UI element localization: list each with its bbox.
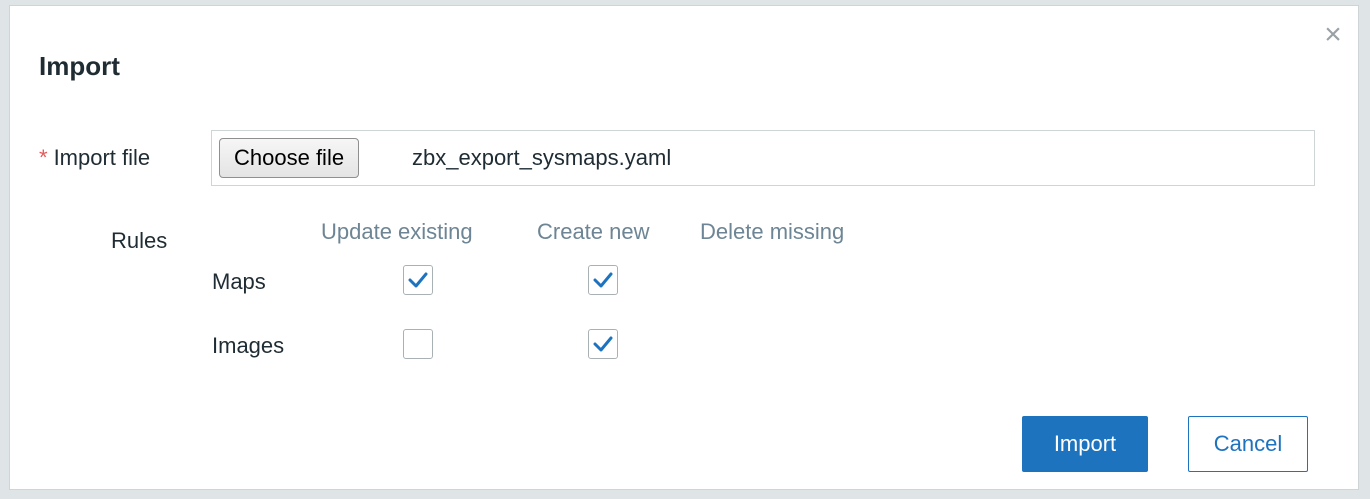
maps-update-existing-checkbox[interactable] <box>403 265 433 295</box>
required-marker: * <box>39 145 48 170</box>
images-update-existing-checkbox[interactable] <box>403 329 433 359</box>
images-create-new-checkbox[interactable] <box>588 329 618 359</box>
choose-file-button[interactable]: Choose file <box>219 138 360 178</box>
maps-create-new-checkbox[interactable] <box>588 265 618 295</box>
dialog-title: Import <box>39 51 120 81</box>
import-button[interactable]: Import <box>1022 416 1148 472</box>
rule-row-images-label: Images <box>212 333 285 358</box>
close-icon[interactable]: × <box>1322 20 1344 50</box>
column-update-existing: Update existing <box>321 219 473 244</box>
import-file-label: * Import file <box>39 145 150 171</box>
selected-file-name: zbx_export_sysmaps.yaml <box>412 145 672 170</box>
check-icon <box>593 336 613 352</box>
file-input[interactable]: Choose file zbx_export_sysmaps.yaml <box>211 130 1315 186</box>
cancel-button[interactable]: Cancel <box>1188 416 1308 472</box>
column-delete-missing: Delete missing <box>700 219 845 244</box>
rules-label: Rules <box>111 228 168 253</box>
import-dialog: × Import * Import file Choose file zbx_ex… <box>9 5 1359 490</box>
rule-row-maps-label: Maps <box>212 269 266 294</box>
column-create-new: Create new <box>537 219 650 244</box>
check-icon <box>408 272 428 288</box>
check-icon <box>593 272 613 288</box>
import-file-label-text: Import file <box>53 145 151 170</box>
